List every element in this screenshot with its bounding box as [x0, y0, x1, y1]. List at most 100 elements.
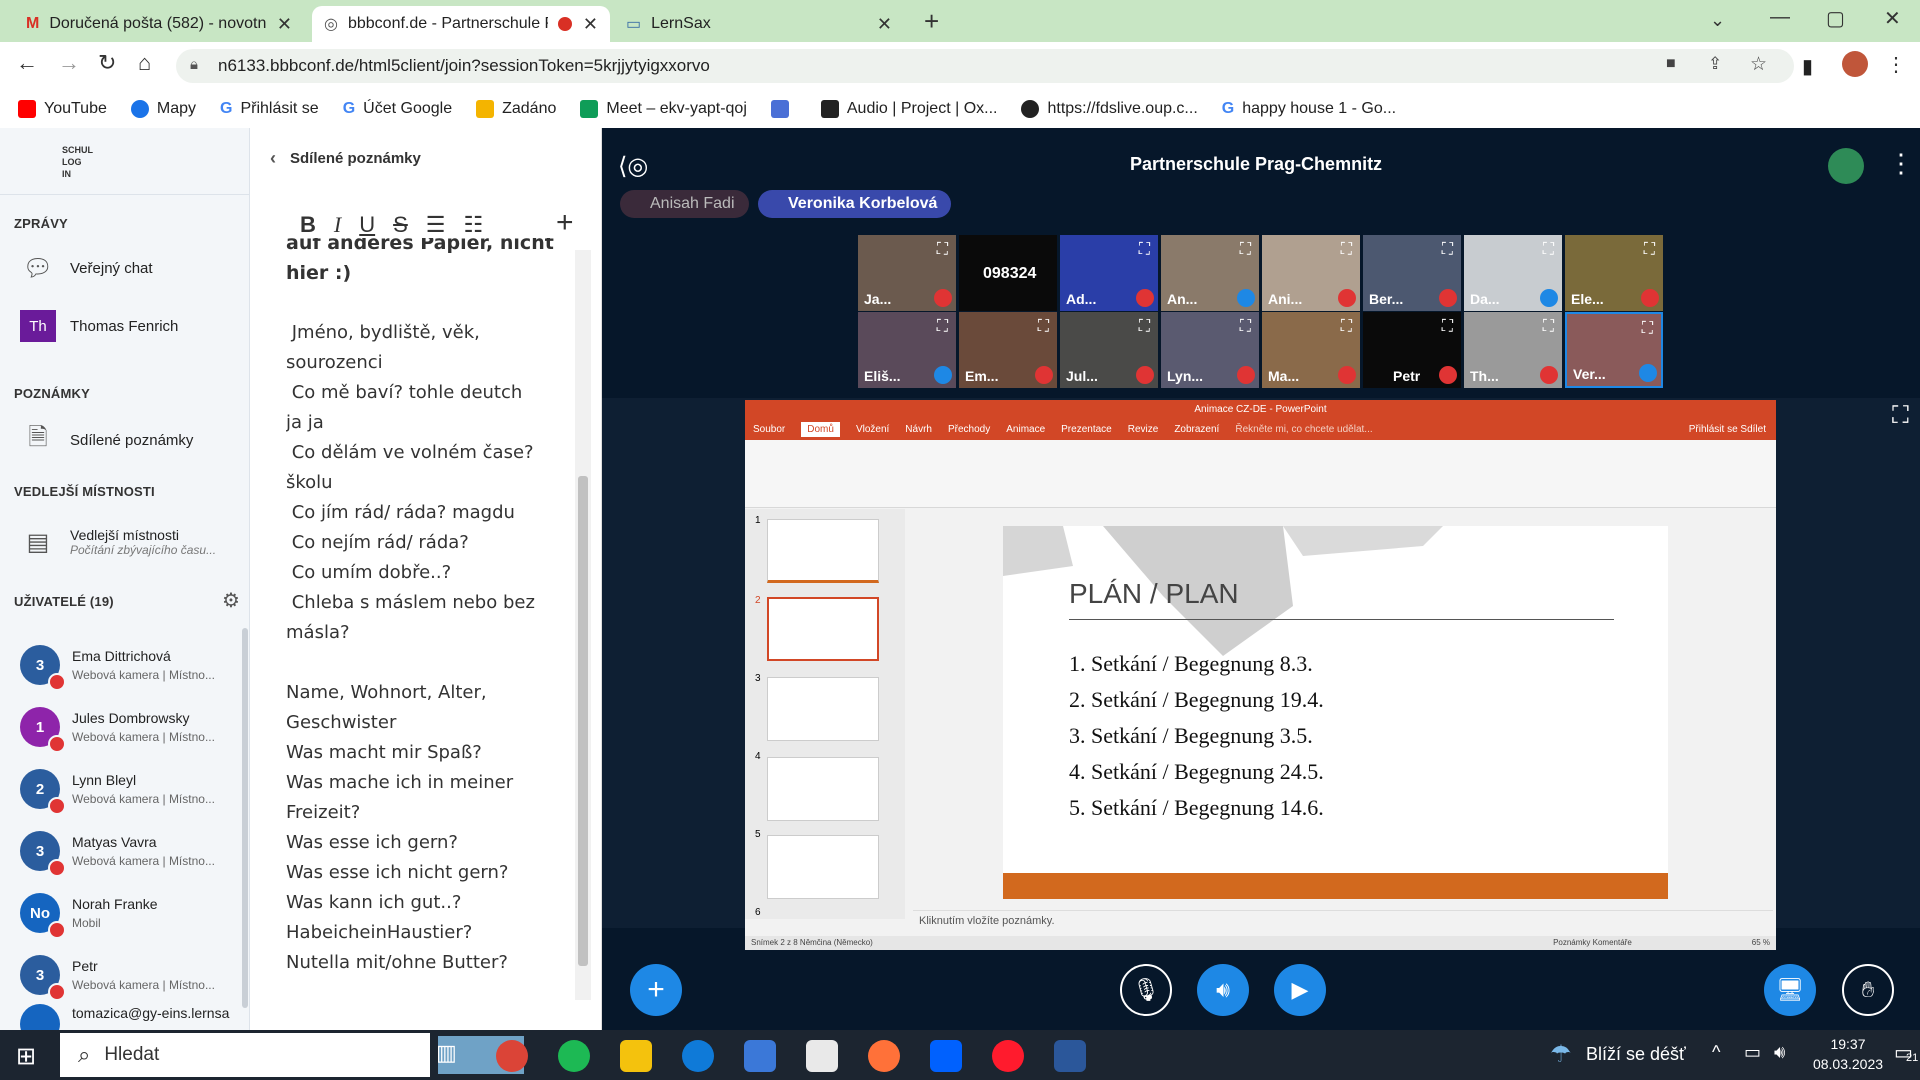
- weather-text[interactable]: Blíží se déšť: [1586, 1044, 1686, 1065]
- close-icon[interactable]: ✕: [277, 14, 292, 35]
- private-chat-item[interactable]: Th Thomas Fenrich: [0, 298, 250, 354]
- bookmark-prihlasit[interactable]: G Přihlásit se: [220, 100, 319, 118]
- menu-icon[interactable]: ⋮: [1886, 52, 1906, 77]
- video-tile[interactable]: ⛶ An...: [1161, 235, 1259, 311]
- fullscreen-icon[interactable]: ⛶: [1341, 318, 1352, 336]
- bookmark-happyhouse[interactable]: Ghappy house 1 - Go...: [1222, 100, 1396, 118]
- ppt-tab[interactable]: Animace: [1006, 424, 1045, 435]
- fullscreen-icon[interactable]: ⛶: [1543, 241, 1554, 259]
- video-tile[interactable]: ⛶ Ani...: [1262, 235, 1360, 311]
- bookmark-mapy[interactable]: Mapy: [130, 100, 196, 118]
- video-tile[interactable]: 098324: [959, 235, 1057, 311]
- fullscreen-icon[interactable]: ⛶: [1139, 241, 1150, 259]
- video-tile[interactable]: ⛶ Lyn...: [1161, 312, 1259, 388]
- ppt-tell-me[interactable]: Řekněte mi, co chcete udělat...: [1235, 424, 1372, 435]
- mute-button[interactable]: 🎙︎: [1120, 964, 1172, 1016]
- list-item[interactable]: No Norah Franke Mobil: [0, 882, 250, 944]
- list-item[interactable]: 1 Jules Dombrowsky Webová kamera | Místno…: [0, 696, 250, 758]
- chrome-icon[interactable]: [496, 1040, 528, 1072]
- forward-button[interactable]: →: [58, 50, 80, 76]
- video-tile[interactable]: ⛶ Jul...: [1060, 312, 1158, 388]
- list-item[interactable]: tomazica@gy-eins.lernsa: [0, 1004, 250, 1030]
- video-tile[interactable]: ⛶ Ad...: [1060, 235, 1158, 311]
- video-tile[interactable]: ⛶ Th...: [1464, 312, 1562, 388]
- actions-button[interactable]: +: [630, 964, 682, 1016]
- close-icon[interactable]: ✕: [877, 14, 892, 35]
- notes-editor[interactable]: auf anderes Papier, nicht hier :) Jméno,…: [286, 238, 570, 998]
- raise-hand-button[interactable]: ✋︎: [1842, 964, 1894, 1016]
- video-tile[interactable]: ⛶ Ber...: [1363, 235, 1461, 311]
- camera-button[interactable]: ▶: [1274, 964, 1326, 1016]
- ppt-tab[interactable]: Návrh: [905, 424, 932, 435]
- breakout-rooms-item[interactable]: ▤ Vedlejší místnosti Počítání zbývajícíh…: [0, 512, 250, 572]
- slide-thumbnail-active[interactable]: [767, 597, 879, 661]
- fullscreen-icon[interactable]: ⛶: [1240, 318, 1251, 336]
- back-button[interactable]: ←: [16, 50, 38, 76]
- sidepanel-icon[interactable]: ▮: [1802, 54, 1813, 79]
- edge-icon[interactable]: [682, 1040, 714, 1072]
- bookmark-fdslive[interactable]: https://fdslive.oup.c...: [1021, 100, 1198, 118]
- tab-bbbconf[interactable]: ◎ bbbconf.de - Partnerschule P ✕: [312, 6, 610, 42]
- mail-icon[interactable]: [744, 1040, 776, 1072]
- notes-header[interactable]: ‹ Sdílené poznámky: [270, 148, 421, 169]
- video-tile[interactable]: ⛶ Ma...: [1262, 312, 1360, 388]
- scrollbar-thumb[interactable]: [578, 476, 588, 966]
- chevron-up-icon[interactable]: ^: [1712, 1042, 1720, 1063]
- new-tab-button[interactable]: +: [924, 6, 939, 37]
- tab-gmail[interactable]: M Doručená pošta (582) - novotna.j ✕: [14, 6, 304, 42]
- bookmark-meet[interactable]: Meet – ekv-yapt-qoj: [580, 100, 747, 118]
- bookmark-audio[interactable]: Audio | Project | Ox...: [820, 100, 997, 118]
- close-icon[interactable]: ✕: [583, 14, 598, 35]
- list-item[interactable]: 3 Matyas Vavra Webová kamera | Místno...: [0, 820, 250, 882]
- camera-blocked-icon[interactable]: ■: [1666, 55, 1676, 73]
- bookmark-ucet-google[interactable]: G Účet Google: [343, 100, 452, 118]
- ppt-share[interactable]: Přihlásit se Sdílet: [1689, 424, 1766, 435]
- fullscreen-icon[interactable]: ⛶: [1642, 320, 1653, 338]
- talking-indicator[interactable]: Anisah Fadi: [620, 190, 749, 218]
- list-item[interactable]: 3 Ema Dittrichová Webová kamera | Místno.…: [0, 634, 250, 696]
- video-tile[interactable]: ⛶ Eliš...: [858, 312, 956, 388]
- public-chat-item[interactable]: 💬︎ Veřejný chat: [0, 240, 250, 296]
- ppt-tab[interactable]: Prezentace: [1061, 424, 1112, 435]
- current-slide[interactable]: PLÁN / PLAN 1. Setkání / Begegnung 8.3. …: [1003, 526, 1668, 899]
- bookmark-docs[interactable]: [770, 100, 797, 118]
- reload-button[interactable]: ↻: [98, 50, 116, 76]
- tab-lernsax[interactable]: ▭ LernSax ✕: [614, 6, 904, 42]
- lock-icon[interactable]: 🔒︎: [190, 56, 198, 73]
- video-tile[interactable]: ⛶ Em...: [959, 312, 1057, 388]
- bookmark-youtube[interactable]: YouTube: [18, 100, 107, 118]
- scrollbar[interactable]: [575, 250, 591, 1000]
- fullscreen-icon[interactable]: ⛶: [937, 241, 948, 259]
- screenshare-button[interactable]: 🖥︎: [1764, 964, 1816, 1016]
- minimize-button[interactable]: —: [1770, 6, 1790, 29]
- slide-thumbnail[interactable]: [767, 757, 879, 821]
- star-icon[interactable]: ☆: [1750, 53, 1767, 76]
- opera-icon[interactable]: [992, 1040, 1024, 1072]
- slide-thumbnail[interactable]: [767, 519, 879, 583]
- dropbox-icon[interactable]: [930, 1040, 962, 1072]
- slide-thumbnail[interactable]: [767, 835, 879, 899]
- user-list-toggle-icon[interactable]: ⟨◎: [618, 152, 648, 181]
- window-close-button[interactable]: ✕: [1884, 6, 1901, 31]
- ppt-tab[interactable]: Přechody: [948, 424, 990, 435]
- folder-icon[interactable]: [620, 1040, 652, 1072]
- avatar[interactable]: [1842, 51, 1868, 77]
- chevron-left-icon[interactable]: ‹: [270, 148, 276, 169]
- italic-icon[interactable]: I: [334, 212, 341, 238]
- bookmark-zadano[interactable]: Zadáno: [476, 100, 556, 118]
- connection-status-icon[interactable]: [1828, 148, 1864, 184]
- word-icon[interactable]: [1054, 1040, 1086, 1072]
- list-item[interactable]: 3 Petr Webová kamera | Místno...: [0, 944, 250, 1006]
- strikethrough-icon[interactable]: S: [393, 212, 408, 238]
- underline-icon[interactable]: U: [359, 212, 375, 238]
- fullscreen-icon[interactable]: ⛶: [1644, 241, 1655, 259]
- zoom-level[interactable]: 65 %: [1752, 938, 1770, 948]
- fullscreen-icon[interactable]: ⛶: [1442, 241, 1453, 259]
- ppt-tab[interactable]: Domů: [801, 422, 840, 437]
- share-icon[interactable]: ⇪: [1708, 54, 1722, 74]
- ppt-tab[interactable]: Vložení: [856, 424, 889, 435]
- spotify-icon[interactable]: [558, 1040, 590, 1072]
- ppt-tab[interactable]: Revize: [1128, 424, 1159, 435]
- fullscreen-icon[interactable]: ⛶: [937, 318, 948, 336]
- volume-icon[interactable]: 🔊︎: [1774, 1042, 1785, 1063]
